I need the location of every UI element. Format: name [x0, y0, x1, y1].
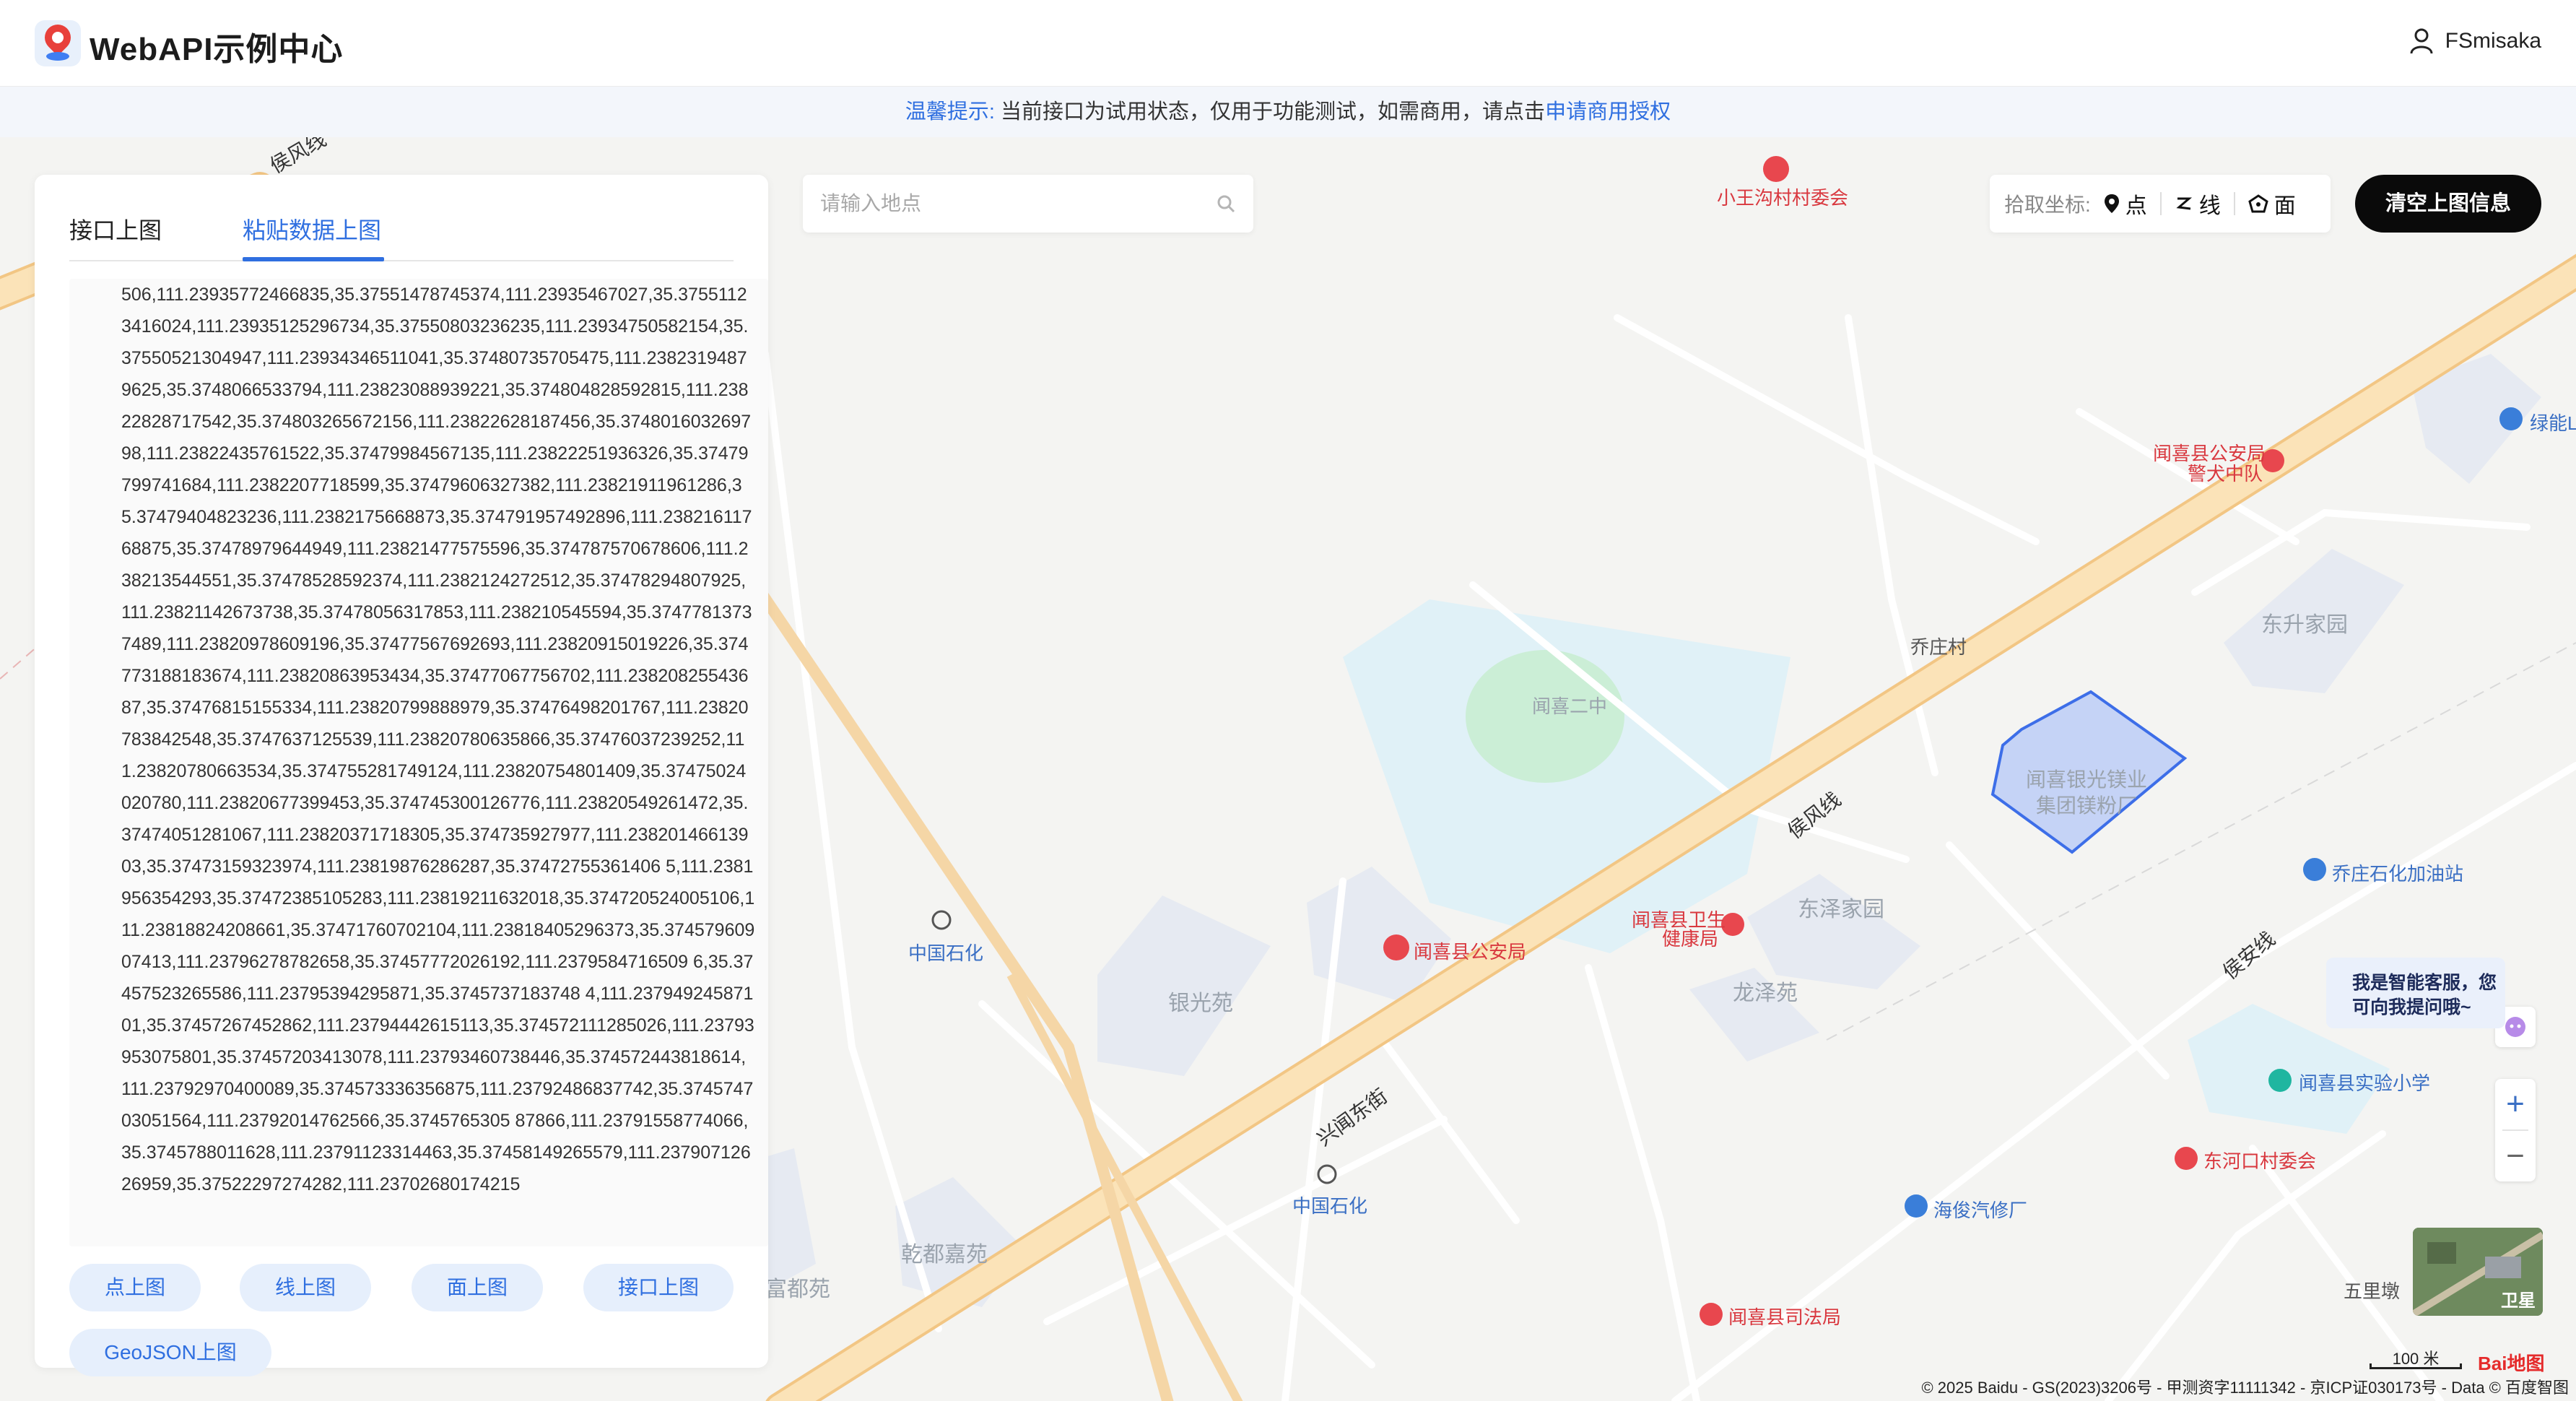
user-menu[interactable]: FSmisaka — [2409, 27, 2541, 55]
username: FSmisaka — [2445, 29, 2541, 53]
polygon-icon — [2248, 194, 2268, 213]
notice-prefix: 温馨提示: — [905, 100, 995, 123]
poi-label[interactable]: 东泽家园 — [1798, 891, 1884, 923]
poi-label[interactable]: 五里墩 — [2344, 1277, 2400, 1304]
poi-label[interactable]: 乔庄石化加油站 — [2332, 859, 2463, 886]
search-icon[interactable] — [1216, 194, 1236, 214]
point-plot-button[interactable]: 点上图 — [69, 1264, 201, 1311]
active-tab-indicator — [243, 257, 384, 261]
polyline-icon — [2176, 197, 2192, 210]
poi-label[interactable]: 健康局 — [1662, 924, 1718, 951]
poi-label[interactable]: 东升家园 — [2261, 607, 2348, 638]
tab-paste-data-plot[interactable]: 粘贴数据上图 — [243, 212, 381, 246]
poi-label[interactable]: 乔庄村 — [1910, 633, 1967, 659]
pin-icon — [2104, 194, 2119, 213]
satellite-toggle[interactable]: 卫星 — [2413, 1228, 2543, 1316]
pick-polygon-button[interactable]: 面 — [2248, 188, 2296, 220]
poi-label[interactable]: 小王沟村村委会 — [1717, 183, 1848, 210]
poi-label[interactable]: 警犬中队 — [2188, 459, 2263, 486]
poi-label[interactable]: 闻喜银光镁业 — [2026, 764, 2147, 793]
poi-label[interactable]: 中国石化 — [908, 939, 983, 966]
coordinate-data-textarea[interactable]: 506,111.23935772466835,35.37551478745374… — [69, 279, 768, 1246]
polygon-plot-button[interactable]: 面上图 — [412, 1264, 543, 1311]
poi-label[interactable]: 绿能LN — [2530, 409, 2576, 435]
ai-chat-line1: 我是智能客服，您 — [2352, 973, 2497, 993]
satellite-label: 卫星 — [2501, 1291, 2536, 1311]
search-input[interactable] — [820, 188, 1196, 220]
copyright-text: © 2025 Baidu - GS(2023)3206号 - 甲测资字11111… — [1921, 1379, 2569, 1397]
tab-api-plot[interactable]: 接口上图 — [69, 212, 162, 246]
poi-label[interactable]: 海俊汽修厂 — [1933, 1196, 2027, 1223]
apply-license-link[interactable]: 申请商用授权 — [1545, 100, 1671, 123]
divider — [2233, 192, 2235, 215]
plot-button-row: 点上图 线上图 面上图 接口上图 — [69, 1264, 734, 1311]
clear-plot-button[interactable]: 清空上图信息 — [2355, 175, 2541, 233]
coord-picker-label: 拾取坐标: — [2004, 194, 2091, 216]
panel-tabs: 接口上图 粘贴数据上图 — [69, 192, 734, 261]
poi-label[interactable]: 中国石化 — [1292, 1192, 1367, 1218]
line-plot-button[interactable]: 线上图 — [240, 1264, 371, 1311]
baidu-map-logo: Bai地图 — [2478, 1353, 2545, 1374]
poi-label[interactable]: 乾都嘉苑 — [901, 1236, 988, 1268]
divider — [2159, 192, 2162, 215]
poi-label[interactable]: 龙泽苑 — [1733, 975, 1798, 1007]
poi-label[interactable]: 闻喜县司法局 — [1728, 1303, 1841, 1330]
poi-label[interactable]: 集团镁粉厂 — [2036, 790, 2137, 819]
poi-label[interactable]: 东河口村委会 — [2203, 1147, 2316, 1174]
poi-label[interactable]: 闻喜县实验小学 — [2299, 1069, 2430, 1096]
place-search-box — [803, 175, 1253, 233]
ai-chat-bubble[interactable]: 我是智能客服，您 可向我提问哦~ — [2326, 958, 2505, 1028]
geojson-button-row: GeoJSON上图 — [69, 1329, 734, 1376]
poi-label[interactable]: 闻喜县公安局 — [1414, 937, 1526, 964]
scale-bar: 100 米 — [2370, 1346, 2462, 1375]
poi-label[interactable]: 富都苑 — [765, 1271, 830, 1303]
api-plot-button[interactable]: 接口上图 — [583, 1264, 734, 1311]
zoom-control: + − — [2495, 1079, 2536, 1181]
user-icon — [2410, 28, 2433, 54]
notice-text: 当前接口为试用状态，仅用于功能测试，如需商用，请点击 — [1001, 100, 1546, 123]
brand-title: WebAPI示例中心 — [90, 32, 344, 67]
notice-bar: 温馨提示: 当前接口为试用状态，仅用于功能测试，如需商用，请点击申请商用授权 — [0, 87, 2576, 137]
geojson-plot-button[interactable]: GeoJSON上图 — [69, 1329, 271, 1376]
data-panel: 接口上图 粘贴数据上图 506,111.23935772466835,35.37… — [35, 175, 768, 1376]
coordinate-picker: 拾取坐标: 点 线 面 — [1990, 175, 2331, 233]
zoom-out-button[interactable]: − — [2495, 1131, 2536, 1181]
app-header: WebAPI示例中心 FSmisaka — [0, 0, 2576, 87]
poi-label[interactable]: 闻喜二中 — [1532, 692, 1607, 719]
ai-chat-line2: 可向我提问哦~ — [2352, 997, 2471, 1018]
pick-line-button[interactable]: 线 — [2175, 188, 2221, 220]
pick-point-button[interactable]: 点 — [2104, 188, 2147, 220]
poi-label[interactable]: 银光苑 — [1168, 985, 1233, 1017]
zoom-in-button[interactable]: + — [2495, 1079, 2536, 1129]
logo-icon — [35, 19, 81, 66]
